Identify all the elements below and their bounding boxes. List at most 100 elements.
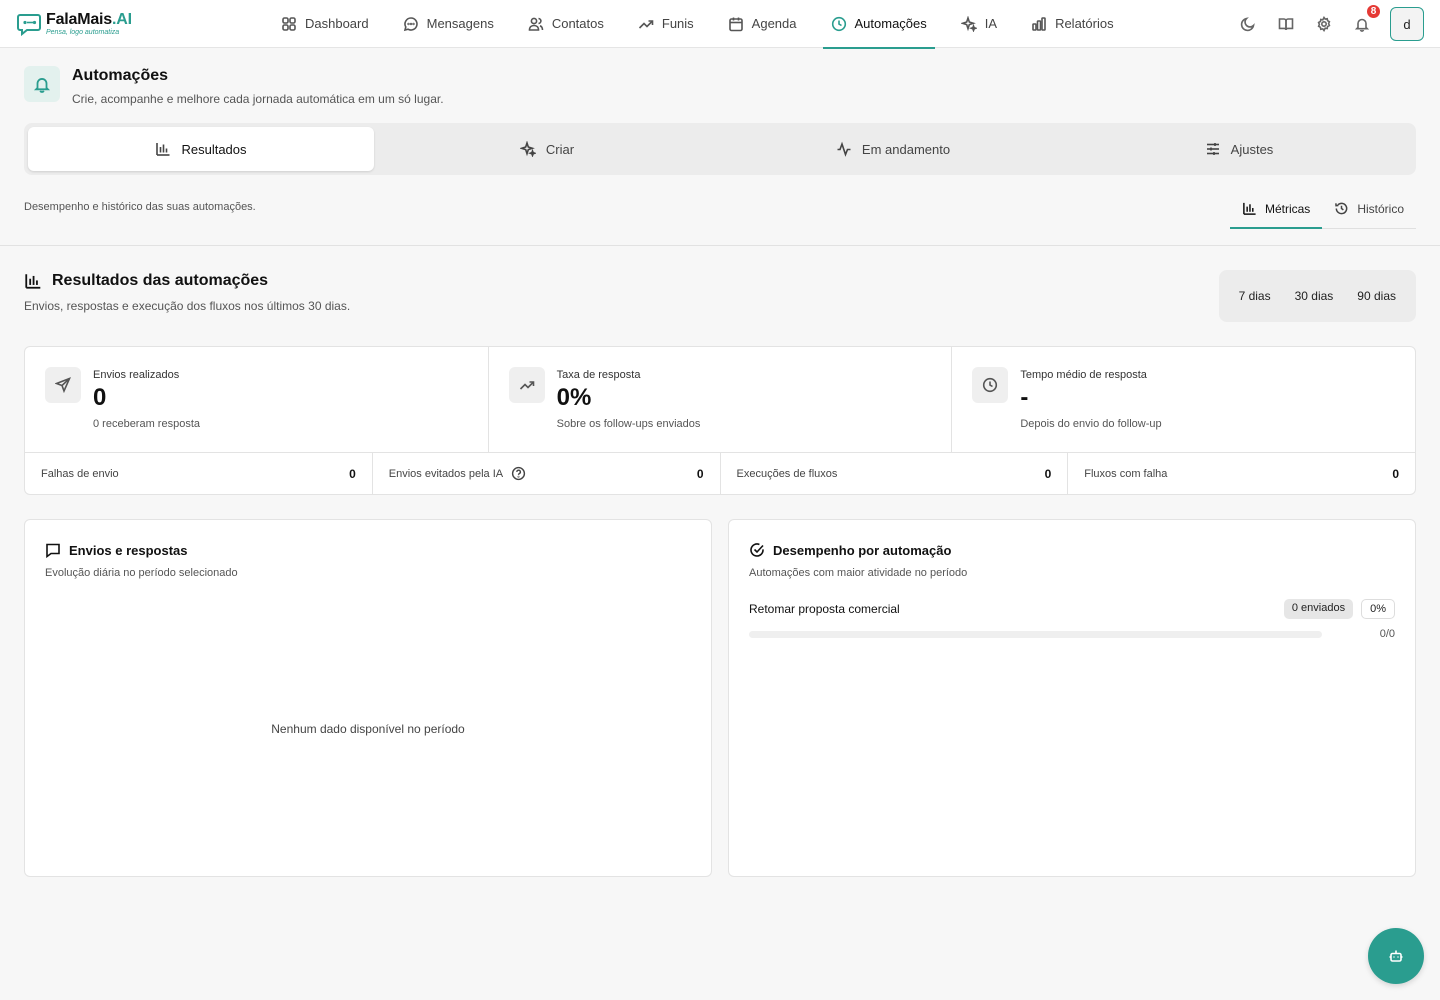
tab-label: Histórico bbox=[1357, 201, 1404, 216]
message-icon bbox=[403, 16, 418, 31]
tab-ajustes[interactable]: Ajustes bbox=[1066, 127, 1412, 171]
automation-row[interactable]: Retomar proposta comercial 0 enviados 0% bbox=[749, 599, 1395, 619]
nav-item-label: Funis bbox=[661, 16, 694, 31]
mini-stat-fluxos-falha: Fluxos com falha 0 bbox=[1068, 453, 1415, 494]
calendar-icon bbox=[728, 17, 743, 31]
trending-icon bbox=[638, 19, 654, 29]
top-navigation-bar: FalaMais.AI Pensa, logo automatiza Dashb… bbox=[0, 0, 1440, 49]
panel-subtitle: Evolução diária no período selecionado bbox=[45, 567, 238, 579]
tab-label: Resultados bbox=[181, 141, 247, 157]
tab-historico[interactable]: Histórico bbox=[1322, 195, 1416, 228]
page-title: Automações bbox=[72, 67, 169, 84]
bot-icon bbox=[1389, 950, 1403, 962]
tab-label: Em andamento bbox=[861, 141, 951, 157]
bar-chart-icon bbox=[1243, 202, 1256, 215]
tab-criar[interactable]: Criar bbox=[374, 127, 720, 171]
sparkles-icon bbox=[519, 141, 536, 157]
nav-item-label: Relatórios bbox=[1055, 16, 1114, 31]
kpi-label: Tempo médio de resposta bbox=[1020, 369, 1147, 381]
top-actions: 8 d bbox=[1238, 0, 1424, 48]
send-icon bbox=[55, 377, 71, 393]
help-circle-icon[interactable] bbox=[511, 466, 526, 481]
results-subtitle: Envios, respostas e execução dos fluxos … bbox=[24, 299, 351, 313]
progress-ratio: 0/0 bbox=[1379, 628, 1395, 640]
kpi-tempo-medio: Tempo médio de resposta - Depois do envi… bbox=[952, 347, 1415, 452]
nav-item-label: Dashboard bbox=[305, 16, 369, 31]
nav-item-ia[interactable]: IA bbox=[953, 0, 1005, 48]
nav-item-label: Mensagens bbox=[426, 16, 494, 31]
response-rate-badge: 0% bbox=[1361, 599, 1395, 619]
nav-item-dashboard[interactable]: Dashboard bbox=[273, 0, 377, 48]
kpi-value: - bbox=[1020, 384, 1029, 411]
mini-stat-label: Envios evitados pela IA bbox=[388, 467, 504, 480]
kpi-label: Envios realizados bbox=[93, 369, 180, 381]
period-selector: 7 dias 30 dias 90 dias bbox=[1218, 270, 1416, 322]
main-nav: Dashboard Mensagens Contatos Funis Agend… bbox=[264, 0, 1131, 49]
mini-stat-label: Fluxos com falha bbox=[1084, 467, 1168, 480]
tab-resultados[interactable]: Resultados bbox=[28, 127, 374, 171]
brand[interactable]: FalaMais.AI Pensa, logo automatiza bbox=[16, 11, 256, 37]
trending-icon bbox=[519, 381, 534, 390]
tab-metricas[interactable]: Métricas bbox=[1229, 195, 1323, 229]
kpi-taxa-de-resposta: Taxa de resposta 0% Sobre os follow-ups … bbox=[489, 347, 953, 452]
brand-logo-icon bbox=[17, 13, 41, 36]
bar-chart-icon bbox=[156, 143, 170, 156]
gear-icon bbox=[1317, 16, 1331, 32]
kpi-hint: 0 receberam resposta bbox=[93, 418, 200, 430]
nav-item-contatos[interactable]: Contatos bbox=[520, 0, 612, 48]
period-90-days[interactable]: 90 dias bbox=[1345, 289, 1408, 303]
activity-icon bbox=[837, 141, 851, 157]
docs-button[interactable] bbox=[1276, 14, 1296, 34]
bar-chart-icon bbox=[1032, 16, 1046, 31]
brand-name: FalaMais.AI bbox=[46, 10, 132, 28]
theme-toggle-button[interactable] bbox=[1238, 14, 1258, 34]
avatar[interactable]: d bbox=[1390, 7, 1424, 41]
nav-item-relatorios[interactable]: Relatórios bbox=[1023, 0, 1122, 48]
mini-stat-evitados-ia: Envios evitados pela IA 0 bbox=[373, 453, 721, 494]
kpi-value: 0 bbox=[93, 384, 107, 411]
nav-item-label: Agenda bbox=[751, 16, 797, 31]
bar-chart-icon bbox=[25, 274, 41, 289]
panel-subtitle: Automações com maior atividade no períod… bbox=[749, 567, 968, 579]
section-tabs: Resultados Criar Em andamento Ajustes bbox=[24, 123, 1416, 175]
mini-stat-label: Execuções de fluxos bbox=[736, 467, 838, 480]
page-icon-container bbox=[24, 66, 60, 102]
kpi-hint: Depois do envio do follow-up bbox=[1020, 418, 1162, 430]
nav-item-funis[interactable]: Funis bbox=[630, 0, 702, 48]
message-square-icon bbox=[46, 543, 60, 558]
nav-item-label: Contatos bbox=[551, 16, 604, 31]
nav-item-label: IA bbox=[984, 16, 998, 31]
bell-icon bbox=[33, 78, 51, 93]
tab-label: Ajustes bbox=[1230, 141, 1274, 157]
period-30-days[interactable]: 30 dias bbox=[1283, 289, 1346, 303]
section-description: Desempenho e histórico das suas automaçõ… bbox=[24, 201, 256, 213]
empty-state: Nenhum dado disponível no período bbox=[271, 722, 465, 736]
page-header: Automações Crie, acompanhe e melhore cad… bbox=[0, 48, 1440, 229]
check-circle-icon bbox=[750, 543, 764, 557]
grid-icon bbox=[282, 16, 296, 31]
moon-icon bbox=[1240, 17, 1255, 32]
clock-icon bbox=[831, 16, 846, 31]
mini-stat-label: Falhas de envio bbox=[41, 467, 119, 480]
automation-name: Retomar proposta comercial bbox=[749, 602, 900, 616]
view-tabs: Métricas Histórico bbox=[1229, 195, 1416, 229]
results-title: Resultados das automações bbox=[24, 272, 350, 290]
mini-stat-value: 0 bbox=[1392, 466, 1399, 481]
mini-stat-value: 0 bbox=[349, 466, 356, 481]
kpi-card: Envios realizados 0 0 receberam resposta… bbox=[24, 346, 1416, 495]
page-subtitle: Crie, acompanhe e melhore cada jornada a… bbox=[72, 92, 444, 106]
nav-item-automacoes[interactable]: Automações bbox=[822, 0, 936, 49]
brand-tagline: Pensa, logo automatiza bbox=[46, 28, 120, 36]
progress-bar bbox=[749, 630, 1322, 638]
nav-item-label: Automações bbox=[854, 16, 927, 31]
panel-envios-respostas: Envios e respostas Evolução diária no pe… bbox=[24, 519, 712, 877]
panel-title: Desempenho por automação bbox=[749, 542, 1395, 558]
settings-button[interactable] bbox=[1314, 14, 1334, 34]
nav-item-mensagens[interactable]: Mensagens bbox=[395, 0, 502, 48]
tab-em-andamento[interactable]: Em andamento bbox=[720, 127, 1066, 171]
period-7-days[interactable]: 7 dias bbox=[1227, 289, 1283, 303]
notifications-button[interactable]: 8 bbox=[1352, 3, 1382, 34]
nav-item-agenda[interactable]: Agenda bbox=[720, 0, 805, 48]
mini-stat-falhas: Falhas de envio 0 bbox=[25, 453, 373, 494]
assistant-fab-button[interactable] bbox=[1368, 928, 1424, 984]
